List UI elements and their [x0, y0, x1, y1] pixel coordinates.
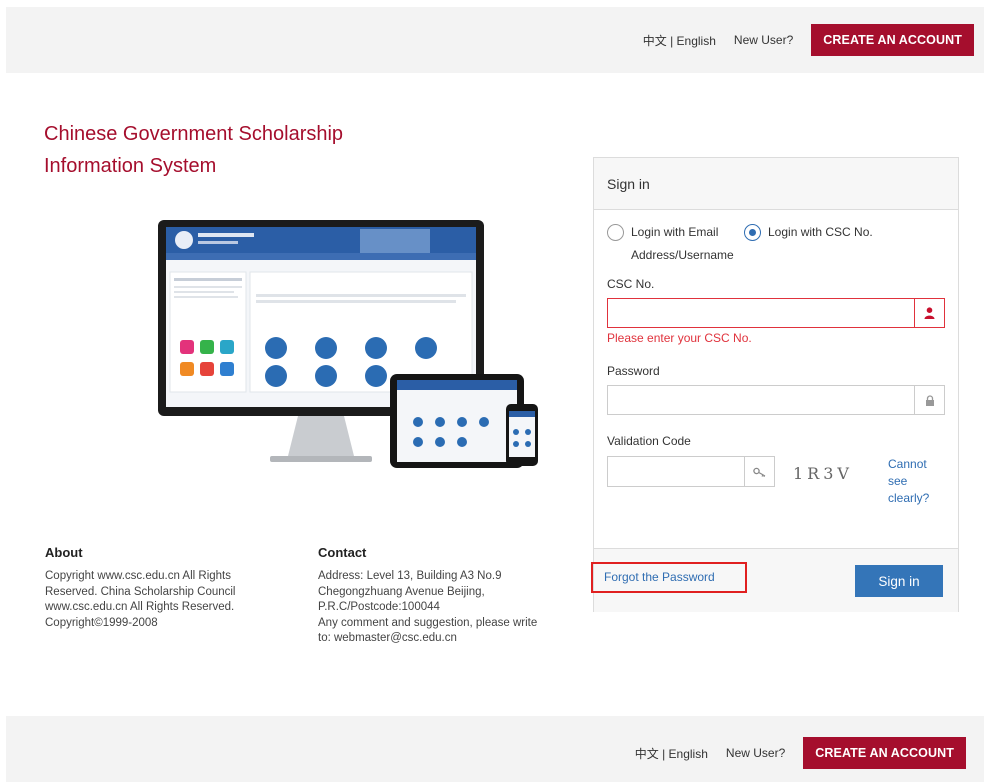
user-icon — [914, 299, 944, 327]
top-bar-actions: 中文 | English New User? CREATE AN ACCOUNT — [643, 24, 974, 56]
contact-heading: Contact — [318, 545, 367, 560]
devices-illustration — [158, 220, 538, 468]
about-text: Copyright www.csc.edu.cn All Rights Rese… — [45, 569, 275, 631]
signin-panel: Sign in Login with Email Address/Usernam… — [591, 157, 959, 612]
captcha-text: 1R3V — [793, 464, 853, 483]
radio-email-circle[interactable] — [607, 224, 624, 241]
key-icon — [744, 457, 774, 486]
contact-line: P.R.C/Postcode:100044 — [318, 601, 440, 613]
new-user-label: New User? — [733, 33, 794, 47]
lock-icon — [914, 386, 944, 414]
bottom-bar-actions: 中文 | English New User? CREATE AN ACCOUNT — [635, 737, 966, 769]
signin-button[interactable]: Sign in — [855, 565, 943, 597]
new-user-label-bottom: New User? — [725, 746, 786, 760]
signin-heading: Sign in — [594, 158, 958, 210]
page-title-line2: Information System — [44, 155, 217, 177]
bottom-bar: 中文 | English New User? CREATE AN ACCOUNT — [6, 716, 984, 782]
create-account-button-bottom[interactable]: CREATE AN ACCOUNT — [803, 737, 966, 769]
page-title-line1: Chinese Government Scholarship — [44, 123, 344, 145]
radio-email-label: Login with Email — [631, 225, 719, 239]
radio-csc-label: Login with CSC No. — [768, 225, 873, 239]
language-switch[interactable]: 中文 | English — [643, 32, 716, 49]
csc-error-message: Please enter your CSC No. — [607, 331, 752, 345]
contact-line: to: webmaster@csc.edu.cn — [318, 632, 457, 644]
csc-label: CSC No. — [607, 277, 655, 291]
validation-code-field[interactable] — [607, 456, 775, 487]
captcha-image: 1R3V — [793, 464, 853, 483]
contact-line: Address: Level 13, Building A3 No.9 — [318, 570, 502, 582]
cannot-see-link[interactable]: Cannot see clearly? — [888, 456, 948, 507]
validation-label: Validation Code — [607, 434, 691, 448]
csc-field[interactable] — [607, 298, 945, 328]
contact-section: Contact Address: Level 13, Building A3 N… — [318, 545, 578, 647]
about-line: www.csc.edu.cn All Rights Reserved. — [45, 601, 235, 613]
contact-line: Any comment and suggestion, please write — [318, 616, 538, 629]
create-account-button[interactable]: CREATE AN ACCOUNT — [811, 24, 974, 56]
contact-line: Chegongzhuang Avenue Beijing, — [318, 585, 485, 598]
password-label: Password — [607, 364, 660, 378]
top-bar: 中文 | English New User? CREATE AN ACCOUNT — [6, 7, 984, 73]
password-field[interactable] — [607, 385, 945, 415]
about-section: About Copyright www.csc.edu.cn All Right… — [45, 545, 275, 631]
about-line: Copyright©1999-2008 — [45, 616, 158, 629]
radio-login-email[interactable]: Login with Email — [607, 224, 737, 241]
forgot-password-link[interactable]: Forgot the Password — [591, 562, 747, 593]
language-switch-bottom[interactable]: 中文 | English — [635, 745, 708, 762]
radio-email-label-line2: Address/Username — [631, 248, 734, 262]
page-title: Chinese Government Scholarship Informati… — [44, 118, 464, 182]
radio-csc-circle[interactable] — [744, 224, 761, 241]
signin-footer: Forgot the Password Sign in — [591, 548, 958, 612]
about-line: Reserved. China Scholarship Council — [45, 585, 236, 598]
about-line: Copyright www.csc.edu.cn All Rights — [45, 570, 231, 582]
about-heading: About — [45, 545, 83, 560]
contact-text: Address: Level 13, Building A3 No.9 Cheg… — [318, 569, 578, 647]
radio-login-csc[interactable]: Login with CSC No. — [744, 224, 944, 241]
